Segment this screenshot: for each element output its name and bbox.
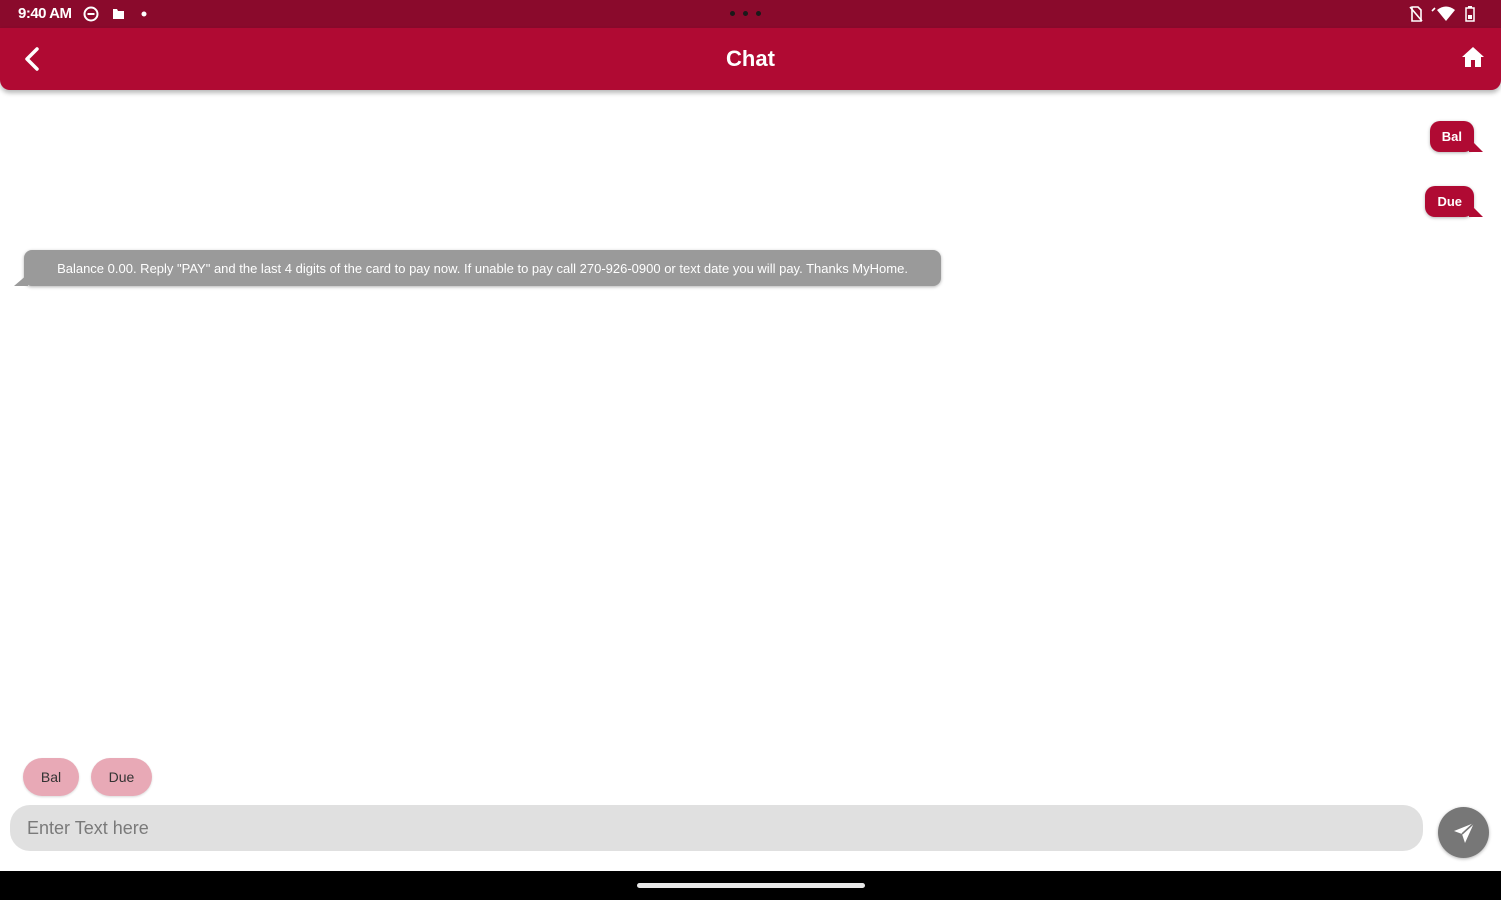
- outgoing-message: Due: [1425, 186, 1483, 217]
- wifi-icon: [1431, 6, 1455, 21]
- quick-reply-bal[interactable]: Bal: [23, 758, 79, 796]
- notification-dot-icon: [141, 11, 147, 17]
- send-icon: [1453, 821, 1475, 843]
- status-bar: 9:40 AM: [0, 0, 1501, 28]
- system-nav-bar: [0, 871, 1501, 900]
- send-button[interactable]: [1438, 807, 1489, 858]
- app-bar: Chat: [0, 28, 1501, 90]
- home-button[interactable]: [1461, 46, 1487, 72]
- outgoing-message: Bal: [1429, 121, 1484, 152]
- message-input-container: [10, 805, 1423, 851]
- no-sim-icon: [1409, 6, 1423, 22]
- camera-cutout: [730, 11, 761, 16]
- status-right-icons: [1409, 6, 1475, 22]
- home-icon: [1462, 47, 1484, 67]
- message-input[interactable]: [10, 805, 1423, 851]
- battery-icon: [1465, 6, 1475, 22]
- chat-messages[interactable]: Bal Due Balance 0.00. Reply "PAY" and th…: [0, 90, 1501, 750]
- quick-reply-due[interactable]: Due: [91, 758, 152, 796]
- sd-card-icon: [113, 9, 124, 19]
- page-title: Chat: [726, 46, 775, 71]
- home-gesture-handle[interactable]: [637, 883, 865, 888]
- incoming-message: Balance 0.00. Reply "PAY" and the last 4…: [14, 250, 941, 286]
- vpn-icon: [83, 6, 99, 22]
- status-time: 9:40 AM: [18, 5, 72, 22]
